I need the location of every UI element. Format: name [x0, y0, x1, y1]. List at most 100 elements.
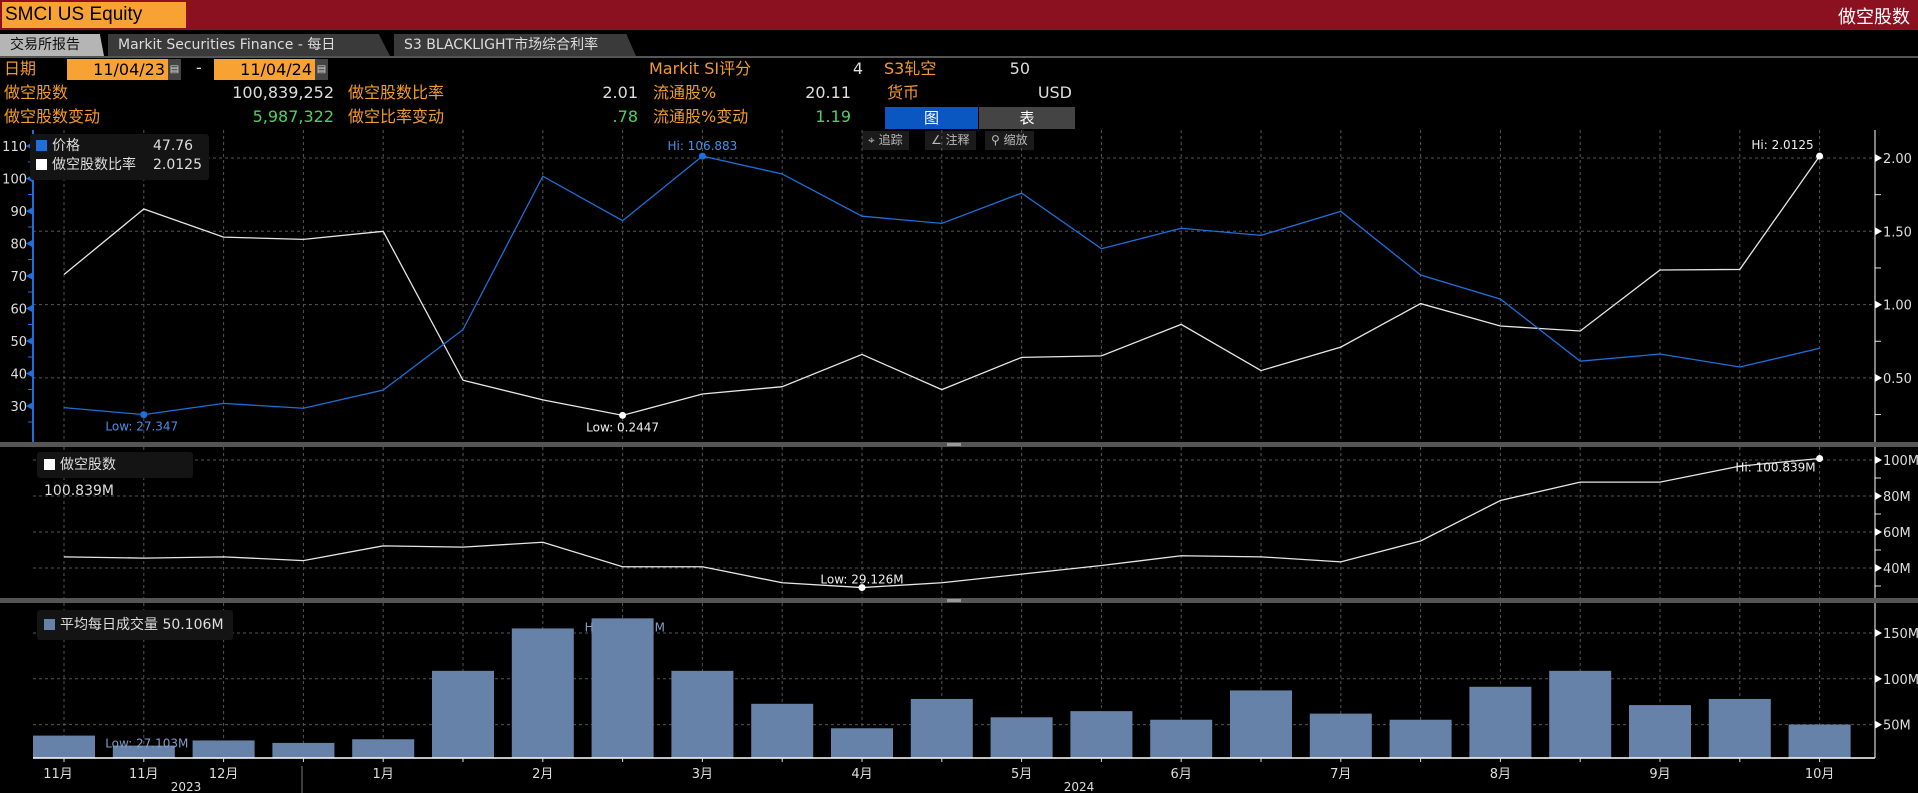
- tab-s3-blacklight[interactable]: S3 BLACKLIGHT市场综合利率: [394, 34, 636, 56]
- tab-exchange-report[interactable]: 交易所报告: [0, 34, 104, 56]
- short-shares-label: 做空股数: [4, 83, 69, 102]
- price-axis-tick-label: 90: [10, 205, 27, 220]
- s3-squeeze-value: 50: [1009, 59, 1030, 78]
- short-axis-tick-label: 60M: [1883, 526, 1911, 541]
- volume-bar: [831, 728, 893, 758]
- month-label: 10月: [1805, 767, 1835, 782]
- date-separator: -: [196, 58, 202, 77]
- price-axis-tick-label: 40: [10, 368, 27, 383]
- ratio-low-label: Low: 0.2447: [586, 420, 659, 434]
- month-label: 11月: [43, 767, 73, 782]
- price-tick-marker: [26, 272, 33, 280]
- volume-bar: [671, 670, 734, 758]
- tab-markit-securities-finance[interactable]: Markit Securities Finance - 每日: [108, 34, 390, 56]
- short-low-label: Low: 29.126M: [820, 573, 903, 587]
- price-ratio-legend: 价格 47.76 做空股数比率 2.0125: [30, 134, 209, 180]
- volume-low-label: Low: 27.103M: [105, 737, 188, 751]
- currency-label: 货币: [887, 83, 920, 102]
- ratio-axis-tick-label: 0.50: [1883, 372, 1912, 387]
- volume-axis-tick-label: 50M: [1883, 719, 1911, 734]
- calendar-icon[interactable]: ▤: [168, 59, 181, 80]
- ratio-hi-marker: [1816, 152, 1824, 160]
- volume-swatch: [44, 619, 55, 630]
- volume-bar: [352, 739, 415, 758]
- volume-bar: [432, 670, 494, 758]
- track-label: 追踪: [878, 133, 903, 147]
- end-date-input[interactable]: 11/04/24: [214, 59, 315, 80]
- zoom-label: 缩放: [1003, 133, 1028, 147]
- price-axis-tick-label: 50: [10, 335, 27, 350]
- price-swatch: [36, 140, 47, 151]
- price-low-marker: [140, 411, 148, 419]
- volume-bar: [112, 745, 175, 758]
- ratio-swatch: [36, 159, 47, 170]
- price-low-label: Low: 27.347: [105, 420, 178, 434]
- short-ratio-change-label: 做空比率变动: [348, 107, 445, 126]
- legend-value: 50.106M: [162, 617, 224, 633]
- month-label: 4月: [851, 767, 872, 782]
- volume-bar: [1230, 690, 1292, 758]
- short-shares-legend: 做空股数 100.839M: [37, 452, 193, 499]
- volume-bar: [591, 618, 654, 758]
- volume-bar: [1629, 705, 1691, 758]
- pencil-icon: ∠: [931, 133, 946, 147]
- month-label: 5月: [1011, 767, 1032, 782]
- table-view-button[interactable]: 表: [979, 107, 1075, 129]
- short-hi-label: Hi: 100.839M: [1735, 460, 1815, 474]
- s3-squeeze-label: S3轧空: [884, 59, 937, 78]
- legend-item-ratio: 做空股数比率 2.0125: [36, 156, 203, 175]
- price-axis-tick-label: 110: [2, 140, 27, 155]
- float-pct-change-value: 1.19: [815, 107, 851, 126]
- ratio-axis-tick-label: 1.00: [1883, 299, 1912, 314]
- volume-axis-tick-label: 150M: [1883, 627, 1918, 642]
- volume-bar: [511, 628, 574, 758]
- short-shares-change-value: 5,987,322: [252, 107, 334, 126]
- axis-tick-marker: [1875, 492, 1882, 500]
- axis-tick-marker: [1875, 720, 1882, 729]
- month-label: 11月: [129, 767, 159, 782]
- price-axis-tick-label: 30: [10, 400, 27, 415]
- volume-hi-label-fragment: H: [585, 620, 594, 634]
- volume-bar: [910, 698, 973, 758]
- axis-tick-marker: [1875, 564, 1882, 572]
- page-title: 做空股数: [1838, 7, 1910, 28]
- month-label: 9月: [1649, 767, 1670, 782]
- short-low-marker: [858, 584, 866, 592]
- price-hi-label: Hi: 106.883: [667, 139, 737, 153]
- volume-bar: [1389, 719, 1452, 758]
- axis-tick-marker: [1875, 528, 1882, 536]
- price-hi-marker: [698, 152, 706, 160]
- volume-bar: [1708, 698, 1771, 758]
- month-label: 3月: [692, 767, 713, 782]
- calendar-icon[interactable]: ▤: [315, 59, 328, 80]
- markit-si-value: 4: [852, 59, 863, 78]
- year-label: 2024: [1064, 780, 1095, 793]
- volume-hi-label-fragment: M: [655, 620, 665, 634]
- track-button[interactable]: ⌖ 追踪: [862, 131, 909, 150]
- legend-value: 100.839M: [44, 483, 114, 499]
- zoom-button[interactable]: ⚲ 缩放: [985, 131, 1034, 150]
- annotate-button[interactable]: ∠ 注释: [925, 131, 976, 150]
- volume-bar: [1549, 670, 1612, 758]
- month-label: 7月: [1330, 767, 1351, 782]
- start-date-input[interactable]: 11/04/23: [67, 59, 168, 80]
- legend-item-price: 价格 47.76: [36, 137, 203, 156]
- price-tick-marker: [26, 239, 33, 248]
- chart-view-button[interactable]: 图: [885, 107, 978, 129]
- panel-separator: [0, 442, 1918, 447]
- panel-separator: [0, 598, 1918, 603]
- price-tick-marker: [26, 402, 33, 410]
- axis-tick-marker: [1875, 456, 1882, 464]
- volume-bar: [751, 703, 814, 758]
- price-axis-tick-label: 70: [10, 270, 27, 285]
- short-ratio-label: 做空股数比率: [348, 83, 445, 102]
- month-label: 8月: [1490, 767, 1511, 782]
- short-hi-marker: [1816, 454, 1824, 462]
- volume-bar: [1070, 711, 1133, 758]
- price-tick-marker: [26, 369, 33, 378]
- price-axis-tick-label: 100: [2, 173, 27, 188]
- ratio-axis-tick-label: 2.00: [1883, 152, 1912, 167]
- volume-legend: 平均每日成交量 50.106M: [37, 610, 233, 640]
- ticker-input[interactable]: SMCI US Equity: [2, 2, 186, 28]
- axis-tick-marker: [1875, 154, 1882, 162]
